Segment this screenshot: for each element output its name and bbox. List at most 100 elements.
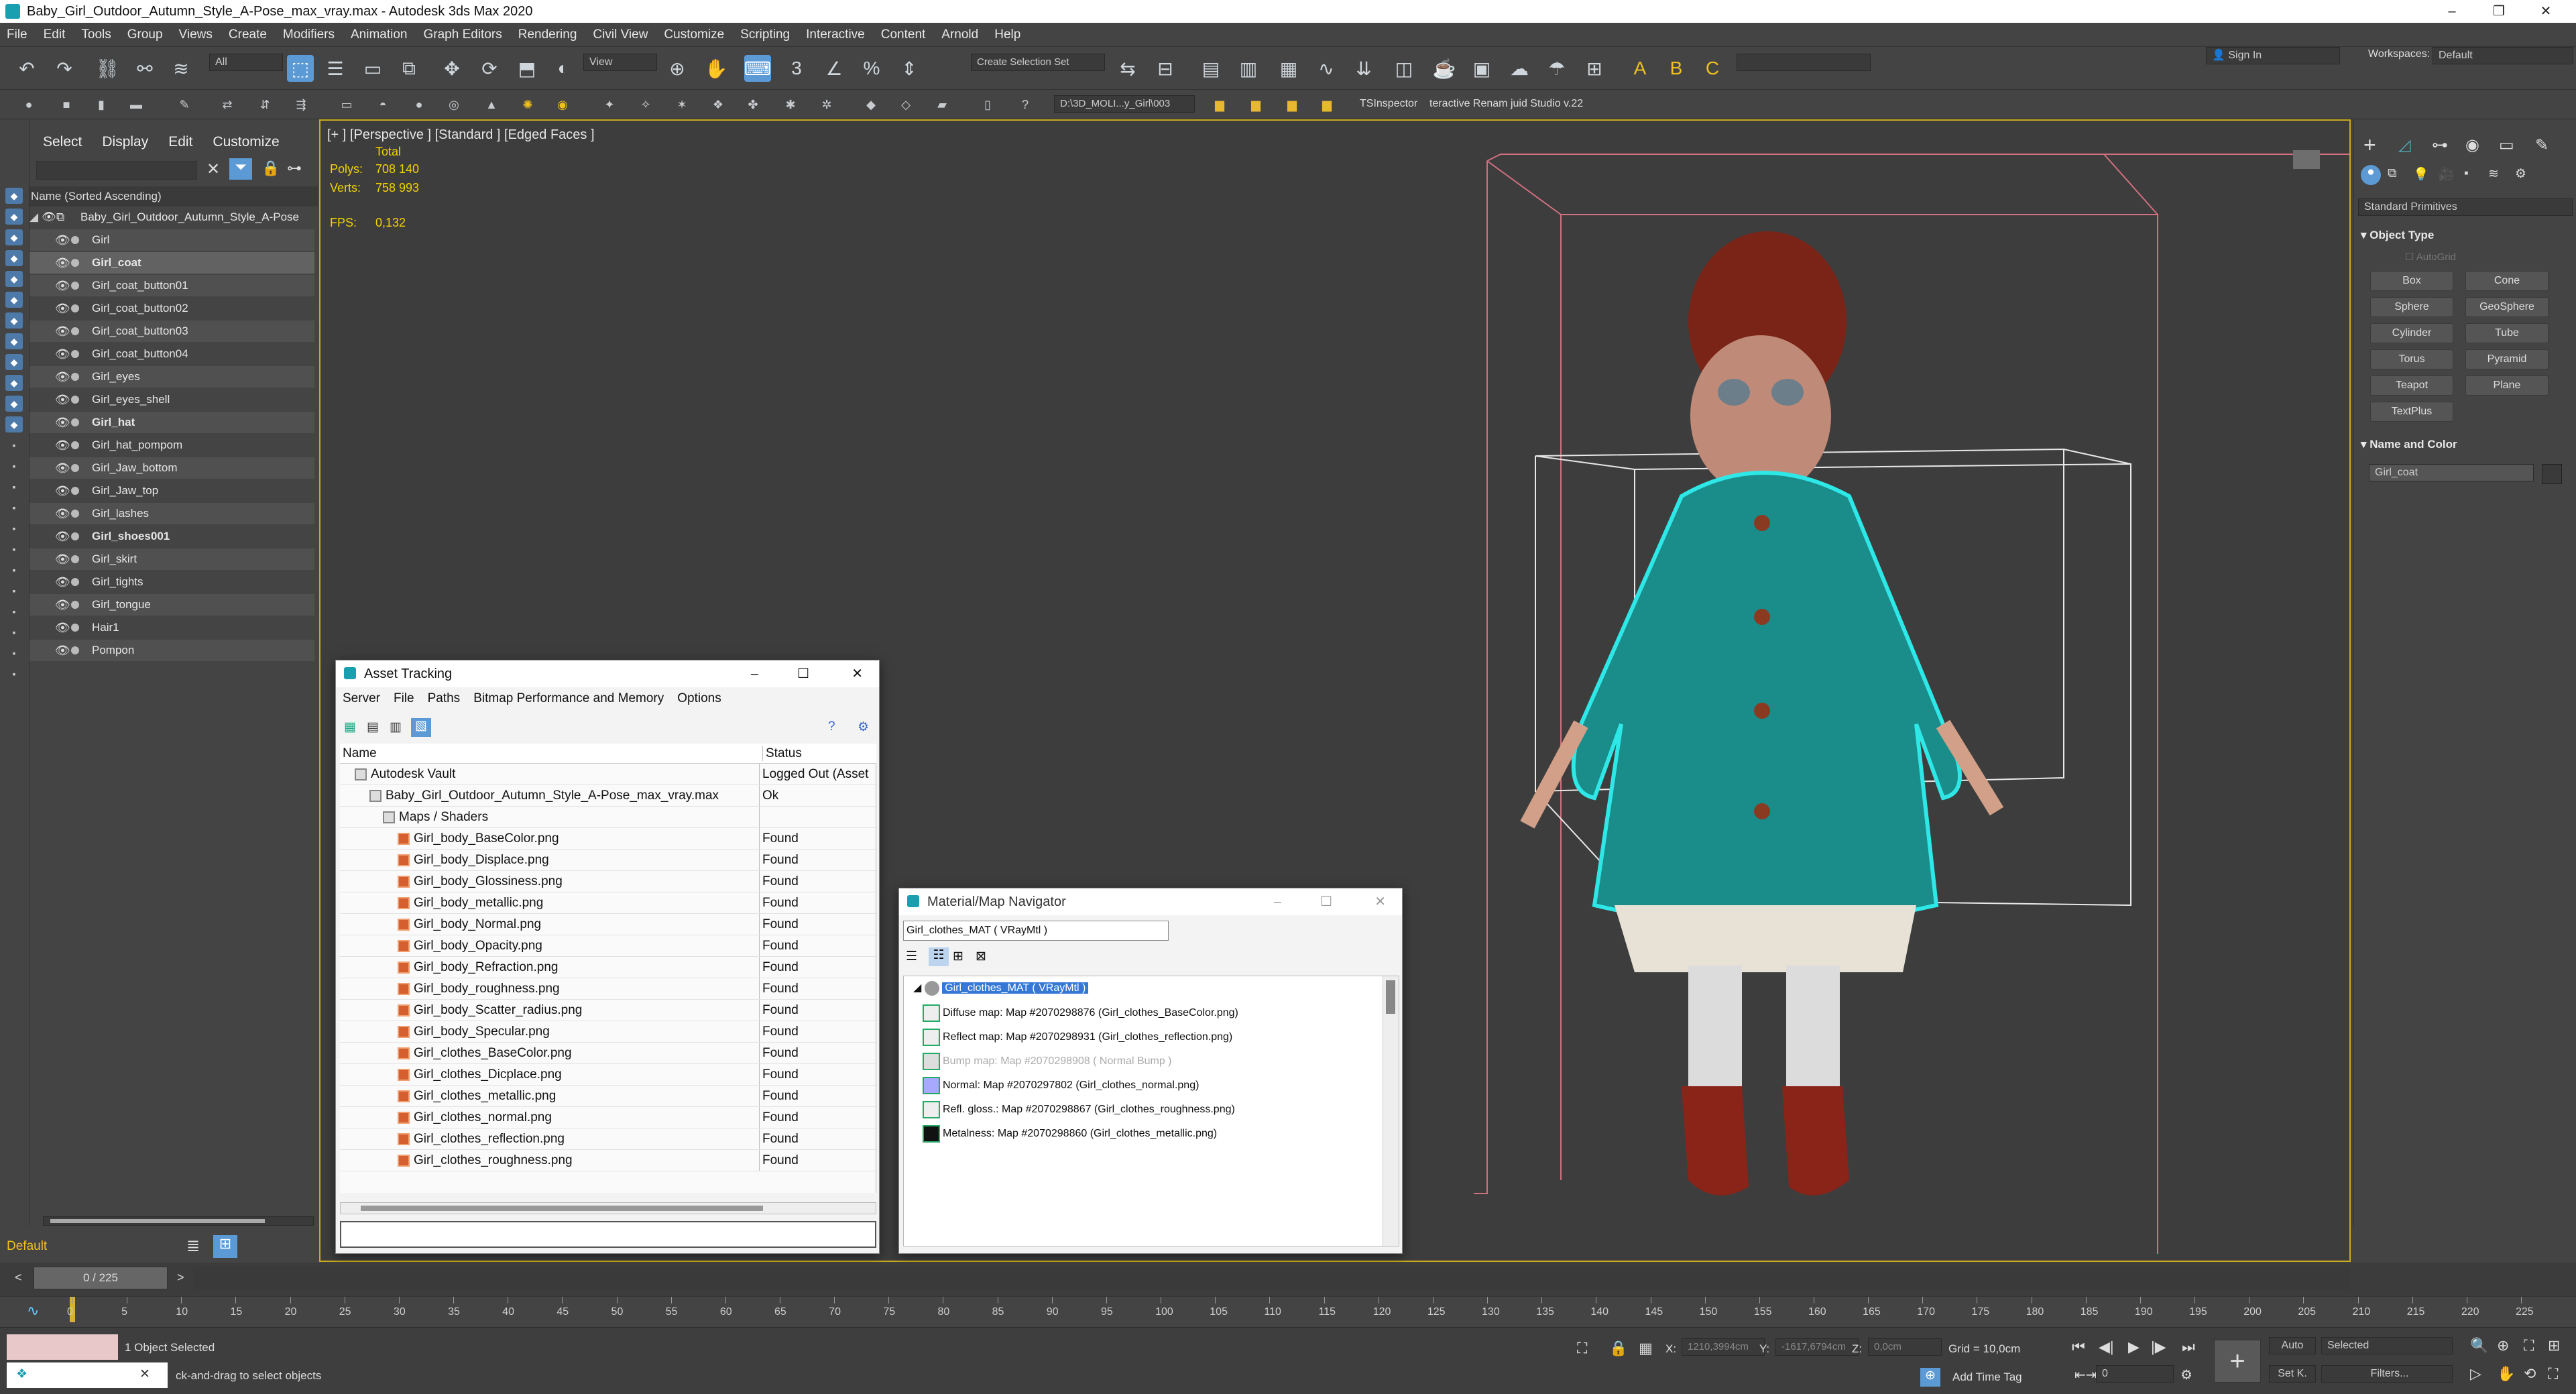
visibility-eye-icon[interactable]: 👁 — [55, 229, 70, 251]
angle-snap-icon[interactable]: ∠ — [821, 55, 847, 82]
asset-row-name[interactable]: Girl_clothes_reflection.png — [398, 1128, 565, 1150]
vray-icon-8[interactable]: ◆ — [862, 96, 880, 113]
explorer-filter-icon[interactable]: ▪ — [5, 437, 23, 453]
rendered-frame-window-icon[interactable]: ▣ — [1468, 55, 1495, 82]
visibility-eye-icon[interactable]: 👁 — [55, 434, 70, 456]
clear-search-icon[interactable]: ✕ — [207, 160, 220, 179]
explorer-filter-icon[interactable]: ◆ — [5, 416, 23, 432]
menu-item-arnold[interactable]: Arnold — [941, 27, 978, 42]
visibility-eye-icon[interactable]: 👁 — [55, 480, 70, 502]
primitive-sphere-button[interactable]: Sphere — [2370, 297, 2453, 317]
at-tool-icon-3[interactable]: ▥ — [390, 719, 402, 735]
align-icon[interactable]: ⊟ — [1152, 55, 1179, 82]
cameras-tab-icon[interactable]: 🎥 — [2439, 166, 2455, 182]
menu-item-help[interactable]: Help — [994, 27, 1020, 42]
scene-object-row[interactable]: 👁 Girl — [30, 229, 314, 251]
freeze-toggle-icon[interactable] — [71, 487, 79, 495]
project-folder-dropdown[interactable]: D:\3D_MOLI...y_Girl\003 — [1054, 95, 1195, 113]
mmn-titlebar[interactable]: Material/Map Navigator – ☐ ✕ — [899, 888, 1402, 915]
freeze-toggle-icon[interactable] — [71, 510, 79, 518]
lights-tab-icon[interactable]: 💡 — [2413, 166, 2429, 182]
scene-object-row[interactable]: 👁 Girl_eyes — [30, 366, 314, 388]
explorer-filter-icon[interactable]: ◆ — [5, 312, 23, 329]
material-editor-icon[interactable]: ◫ — [1391, 55, 1417, 82]
name-and-color-header[interactable]: ▾ Name and Color — [2361, 434, 2570, 455]
select-by-name-icon[interactable]: ☰ — [322, 55, 349, 82]
freeze-toggle-icon[interactable] — [71, 624, 79, 632]
vray-icon-11[interactable]: ▯ — [979, 96, 996, 113]
explorer-filter-icon[interactable]: ◆ — [5, 292, 23, 308]
visibility-eye-icon[interactable]: 👁 — [55, 321, 70, 342]
create-tab-icon[interactable]: + — [2363, 133, 2376, 158]
explorer-filter-icon[interactable]: ◆ — [5, 188, 23, 204]
placement-icon[interactable]: ◐ — [550, 55, 577, 82]
mmn-map-row[interactable]: Diffuse map: Map #2070298876 (Girl_cloth… — [923, 1003, 1238, 1023]
at-menu-paths[interactable]: Paths — [428, 687, 461, 710]
folder-icon-4[interactable]: ▆ — [1318, 96, 1336, 113]
scene-tab-select[interactable]: Select — [43, 134, 82, 150]
asset-row-name[interactable]: Girl_clothes_metallic.png — [398, 1086, 556, 1107]
plane-primitive-icon[interactable]: ▭ — [338, 96, 355, 113]
curve-editor-mini-icon[interactable]: ∿ — [27, 1302, 39, 1320]
asset-row-name[interactable]: Girl_body_BaseColor.png — [398, 828, 559, 850]
add-time-tag[interactable]: Add Time Tag — [1952, 1371, 2022, 1384]
visibility-eye-icon[interactable]: 👁 — [55, 526, 70, 547]
filter-icon[interactable]: ⏷ — [229, 158, 252, 180]
text-a-icon[interactable]: A — [1627, 55, 1653, 82]
mmn-current-material-field[interactable]: Girl_clothes_MAT ( VRayMtl ) — [903, 921, 1169, 941]
explorer-filter-icon[interactable]: ◆ — [5, 271, 23, 287]
mmn-root-row[interactable]: ◢ Girl_clothes_MAT ( VRayMtl ) — [913, 979, 1089, 998]
spinner-snap-icon[interactable]: ⇕ — [896, 55, 923, 82]
explorer-filter-icon[interactable]: ◆ — [5, 333, 23, 349]
scene-object-row[interactable]: 👁 Girl_coat — [30, 252, 314, 274]
rect-region-icon[interactable]: ▭ — [359, 55, 386, 82]
at-menu-file[interactable]: File — [394, 687, 414, 710]
column-header[interactable]: Name (Sorted Ascending) — [30, 186, 318, 207]
toolbar2-icon-3[interactable]: ▮ — [93, 96, 110, 113]
freeze-toggle-icon[interactable] — [71, 418, 79, 426]
freeze-toggle-icon[interactable] — [71, 396, 79, 404]
scene-tab-display[interactable]: Display — [102, 134, 148, 150]
asset-row-name[interactable]: Baby_Girl_Outdoor_Autumn_Style_A-Pose_ma… — [369, 785, 719, 807]
menu-item-animation[interactable]: Animation — [351, 27, 408, 42]
explorer-filter-icon[interactable]: ▪ — [5, 562, 23, 578]
visibility-eye-icon[interactable]: 👁 — [55, 594, 70, 616]
dome-icon[interactable]: ◓ — [374, 96, 392, 113]
absolute-mode-icon[interactable]: ▦ — [1639, 1340, 1653, 1357]
menu-item-group[interactable]: Group — [127, 27, 163, 42]
asset-row-name[interactable]: Girl_body_Opacity.png — [398, 935, 542, 957]
scene-search-input[interactable] — [36, 161, 197, 180]
tsinspector-button[interactable]: TSInspector — [1360, 98, 1417, 110]
object-type-header[interactable]: ▾ Object Type — [2361, 225, 2570, 245]
toolbar2-icon-1[interactable]: ● — [20, 96, 38, 113]
reference-coordinate-dropdown[interactable]: View — [583, 54, 657, 71]
menu-item-create[interactable]: Create — [229, 27, 267, 42]
asset-row-name[interactable]: Girl_clothes_BaseColor.png — [398, 1043, 572, 1064]
at-settings-icon[interactable]: ⚙ — [858, 719, 869, 735]
scene-object-row[interactable]: 👁 Girl_Jaw_bottom — [30, 457, 314, 479]
select-manipulate-icon[interactable]: ✋ — [703, 55, 729, 82]
explorer-filter-icon[interactable]: ◆ — [5, 209, 23, 225]
toolbar2-icon-8[interactable]: ⇶ — [292, 96, 310, 113]
explorer-filter-icon[interactable]: ▪ — [5, 458, 23, 474]
scene-object-row[interactable]: 👁 Hair1 — [30, 617, 314, 638]
workspace-dropdown[interactable]: Default — [2433, 47, 2573, 64]
mmn-vertical-scrollbar[interactable] — [1383, 976, 1399, 1246]
scale-icon[interactable]: ⬒ — [514, 55, 540, 82]
mirror-icon[interactable]: ⇆ — [1114, 55, 1141, 82]
mmn-small-icons-icon[interactable]: ⊞ — [953, 949, 963, 964]
visibility-eye-icon[interactable]: 👁 — [55, 503, 70, 524]
layer-explorer-icon[interactable]: ▥ — [1235, 55, 1262, 82]
freeze-toggle-icon[interactable] — [71, 350, 79, 358]
text-b-icon[interactable]: B — [1663, 55, 1690, 82]
at-minimize-icon[interactable]: – — [751, 660, 758, 687]
primitive-cylinder-button[interactable]: Cylinder — [2370, 323, 2453, 343]
render-setup-icon[interactable]: ☕ — [1431, 55, 1458, 82]
time-prev-icon[interactable]: < — [15, 1271, 22, 1285]
mmn-map-row[interactable]: Metalness: Map #2070298860 (Girl_clothes… — [923, 1124, 1217, 1144]
freeze-toggle-icon[interactable] — [71, 327, 79, 335]
toolbar2-icon-5[interactable]: ✎ — [176, 96, 193, 113]
layer-manager-icon[interactable]: ⊞ — [213, 1235, 237, 1258]
maximize-icon[interactable]: ❐ — [2475, 0, 2522, 23]
mmn-map-row[interactable]: Reflect map: Map #2070298931 (Girl_cloth… — [923, 1027, 1232, 1047]
